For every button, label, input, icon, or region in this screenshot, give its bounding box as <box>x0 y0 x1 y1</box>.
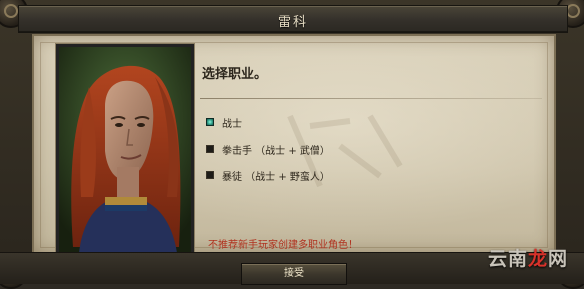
class-option-label: 拳击手 （战士 + 武僧） <box>222 145 330 157</box>
radio-unselected-icon[interactable] <box>206 145 214 153</box>
watermark-tail: 网 <box>547 248 568 270</box>
class-option-label: 暴徒 （战士 + 野蛮人） <box>222 171 330 183</box>
radio-selected-icon[interactable] <box>206 118 214 126</box>
class-option-fighter[interactable]: 战士 <box>206 114 242 130</box>
class-option-brawler[interactable]: 拳击手 （战士 + 武僧） <box>206 141 330 157</box>
multiclass-warning: 不推荐新手玩家创建多职业角色！ <box>208 240 358 251</box>
parchment-panel: 选择职业。 战士 拳击手 （战士 + 武僧） 暴徒 （战士 + 野蛮人） 不推荐… <box>32 34 556 256</box>
divider-line <box>200 98 542 99</box>
prompt-text: 选择职业。 <box>202 67 268 82</box>
dialog-title: 雷科 <box>277 15 308 30</box>
accept-button[interactable]: 接受 <box>241 263 347 285</box>
dialog-frame: 雷科 选择职业。 战士 拳击手 （战士 + 武僧） 暴徒 （战士 + 野蛮人） … <box>0 0 584 289</box>
radio-unselected-icon[interactable] <box>206 171 214 179</box>
portrait-image <box>59 47 191 253</box>
dialog-title-bar: 雷科 <box>18 5 568 33</box>
character-portrait <box>56 44 194 256</box>
watermark-brand: 云南 <box>487 248 528 270</box>
watermark-accent: 龙 <box>527 248 548 270</box>
site-watermark: 云南龙网 <box>488 244 568 271</box>
class-option-thug[interactable]: 暴徒 （战士 + 野蛮人） <box>206 167 330 183</box>
class-option-label: 战士 <box>222 118 242 130</box>
